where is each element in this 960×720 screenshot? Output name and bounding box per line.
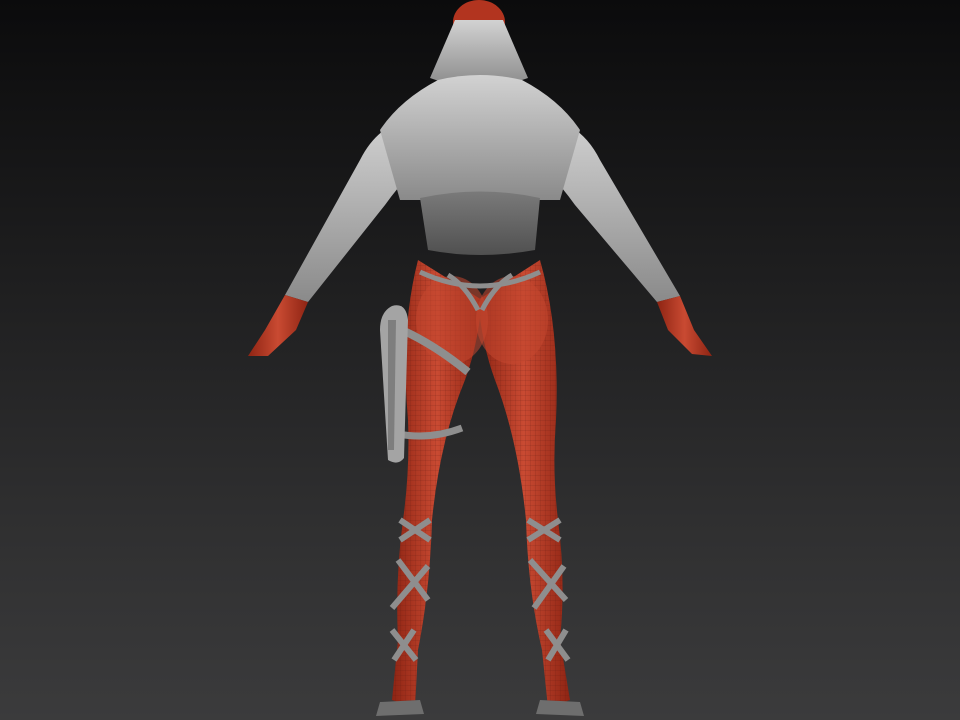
- left-hand: [248, 295, 308, 356]
- 3d-viewport[interactable]: [0, 0, 960, 720]
- head: [430, 0, 528, 87]
- holster: [380, 305, 408, 463]
- right-hand: [657, 296, 712, 356]
- torso: [380, 75, 580, 255]
- sculpt-model-render[interactable]: [0, 0, 960, 720]
- waist-belt: [420, 191, 540, 255]
- legs: [392, 260, 570, 708]
- sandals: [376, 700, 584, 716]
